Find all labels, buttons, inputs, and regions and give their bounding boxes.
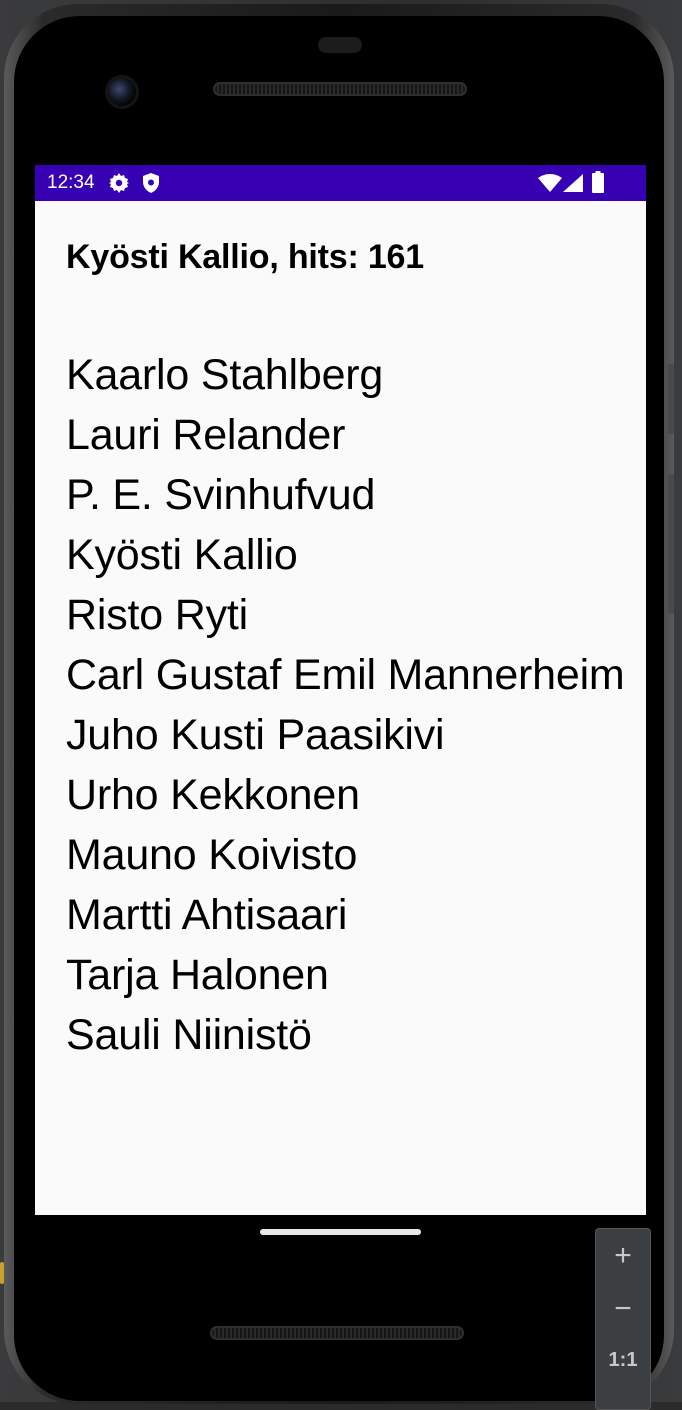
list-item[interactable]: Risto Ryti <box>66 589 626 641</box>
list-item[interactable]: P. E. Svinhufvud <box>66 469 626 521</box>
zoom-in-button[interactable]: + <box>596 1231 650 1281</box>
list-item[interactable]: Carl Gustaf Emil Mannerheim <box>66 649 626 701</box>
bottom-speaker-grille <box>210 1326 464 1340</box>
list-item[interactable]: Tarja Halonen <box>66 949 626 1001</box>
shield-icon <box>142 173 160 198</box>
list-item[interactable]: Juho Kusti Paasikivi <box>66 709 626 761</box>
actual-size-button[interactable]: 1:1 <box>596 1335 650 1385</box>
list-item[interactable]: Sauli Niinistö <box>66 1009 626 1061</box>
earpiece <box>318 37 362 53</box>
settings-icon <box>109 173 129 198</box>
volume-button[interactable] <box>668 474 674 614</box>
list-item[interactable]: Lauri Relander <box>66 409 626 461</box>
device-screen: 12:34 Kyösti Kallio, hits: 161 Kaarlo St… <box>35 165 646 1215</box>
wifi-icon <box>538 174 562 197</box>
list-item[interactable]: Urho Kekkonen <box>66 769 626 821</box>
power-button[interactable] <box>668 364 674 434</box>
list-item[interactable]: Kyösti Kallio <box>66 529 626 581</box>
zoom-out-button[interactable]: − <box>596 1284 650 1334</box>
list-item[interactable]: Kaarlo Stahlberg <box>66 349 626 401</box>
battery-icon <box>592 171 604 198</box>
hits-header: Kyösti Kallio, hits: 161 <box>66 238 424 276</box>
top-speaker-grille <box>213 82 467 96</box>
gesture-nav-handle[interactable] <box>260 1229 421 1235</box>
signal-icon <box>563 174 583 197</box>
front-camera <box>108 78 136 106</box>
emulator-zoom-panel: + − 1:1 <box>595 1228 651 1410</box>
list-item[interactable]: Mauno Koivisto <box>66 829 626 881</box>
status-time: 12:34 <box>47 172 95 193</box>
president-list: Kaarlo Stahlberg Lauri Relander P. E. Sv… <box>66 349 626 1069</box>
list-item[interactable]: Martti Ahtisaari <box>66 889 626 941</box>
status-bar: 12:34 <box>35 165 646 201</box>
